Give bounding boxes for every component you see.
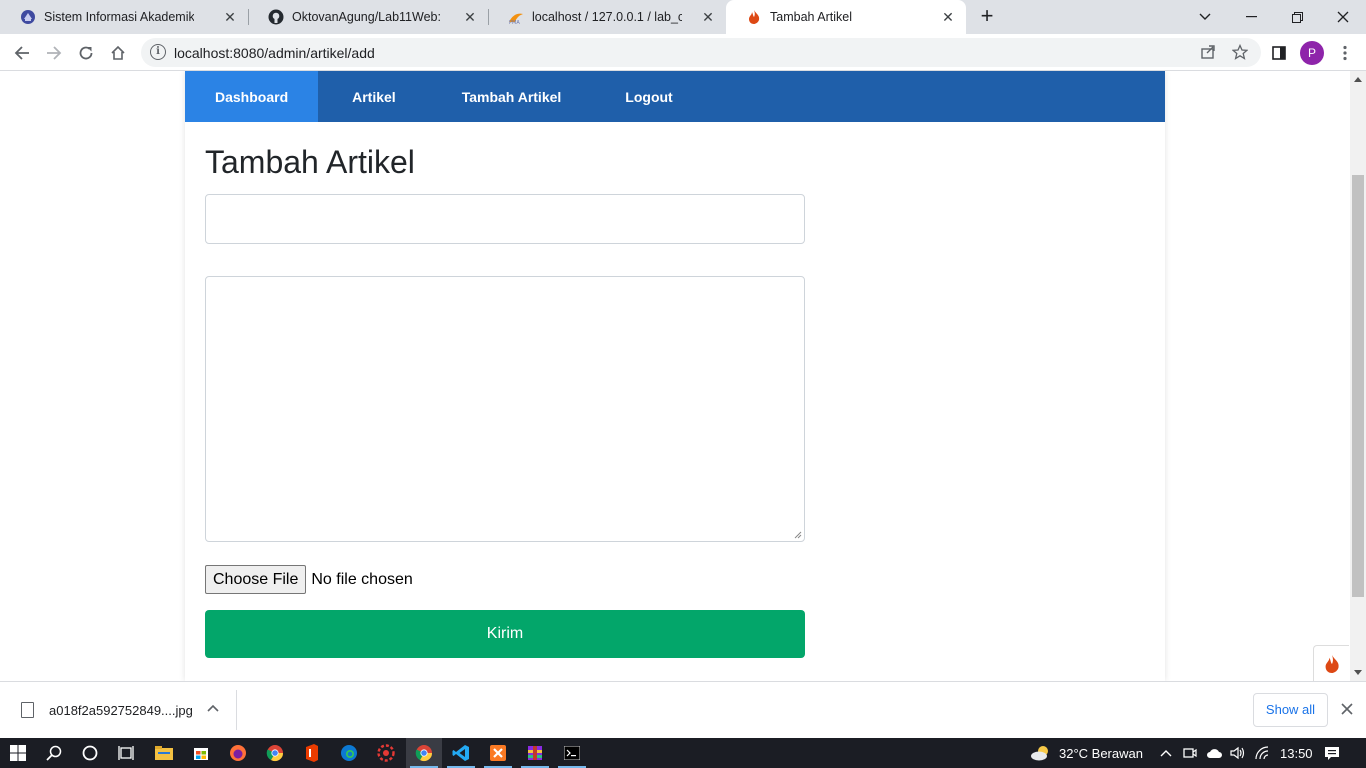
onedrive-cloud-icon[interactable] bbox=[1206, 745, 1222, 761]
main-navbar: Dashboard Artikel Tambah Artikel Logout bbox=[185, 71, 1165, 122]
download-item[interactable]: a018f2a592752849....jpg bbox=[0, 690, 237, 730]
reload-icon[interactable] bbox=[73, 40, 99, 66]
address-bar[interactable]: i localhost:8080/admin/artikel/add bbox=[141, 38, 1261, 67]
new-tab-button[interactable]: + bbox=[976, 5, 998, 27]
tab-label: OktovanAgung/Lab11Web: Pert. bbox=[292, 10, 442, 24]
page-viewport: Dashboard Artikel Tambah Artikel Logout … bbox=[0, 71, 1350, 681]
home-icon[interactable] bbox=[105, 40, 131, 66]
page-container: Dashboard Artikel Tambah Artikel Logout … bbox=[185, 71, 1165, 681]
notification-center-icon[interactable] bbox=[1324, 745, 1340, 761]
resize-handle-icon[interactable] bbox=[794, 531, 802, 539]
codeigniter-flame-icon bbox=[746, 9, 762, 25]
isi-textarea[interactable] bbox=[205, 276, 805, 542]
store-icon[interactable] bbox=[183, 738, 219, 768]
show-all-button[interactable]: Show all bbox=[1253, 693, 1328, 727]
forward-arrow-icon[interactable] bbox=[41, 40, 67, 66]
close-tab-icon[interactable]: ✕ bbox=[222, 9, 238, 25]
task-view-icon[interactable] bbox=[108, 738, 144, 768]
windows-taskbar: 32°C Berawan 13:50 bbox=[0, 738, 1366, 768]
restore-window-icon[interactable] bbox=[1274, 0, 1320, 34]
share-icon[interactable] bbox=[1199, 43, 1217, 61]
file-upload: Choose File No file chosen bbox=[205, 565, 413, 594]
github-icon bbox=[268, 9, 284, 25]
judul-input[interactable] bbox=[205, 194, 805, 244]
volume-icon[interactable] bbox=[1230, 745, 1246, 761]
tab-phpmyadmin[interactable]: PMA localhost / 127.0.0.1 / lab_ci4 | ph… bbox=[488, 0, 726, 34]
tab-tambah-artikel[interactable]: Tambah Artikel ✕ bbox=[726, 0, 966, 34]
chevron-up-icon[interactable] bbox=[1158, 745, 1174, 761]
file-status: No file chosen bbox=[311, 570, 413, 588]
xampp-icon[interactable] bbox=[480, 738, 516, 768]
side-panel-icon[interactable] bbox=[1266, 40, 1292, 66]
url-text[interactable]: localhost:8080/admin/artikel/add bbox=[174, 45, 375, 61]
svg-text:PMA: PMA bbox=[509, 20, 520, 25]
tab-label: Sistem Informasi Akademik bbox=[44, 10, 194, 24]
nav-logout[interactable]: Logout bbox=[593, 71, 704, 122]
browser-toolbar: i localhost:8080/admin/artikel/add P bbox=[0, 34, 1366, 71]
clock-time[interactable]: 13:50 bbox=[1280, 746, 1313, 761]
cortana-icon[interactable] bbox=[72, 738, 108, 768]
weather-text[interactable]: 32°C Berawan bbox=[1059, 746, 1143, 761]
scroll-up-arrow-icon[interactable] bbox=[1354, 77, 1362, 82]
debug-toolbar-flame-icon[interactable] bbox=[1313, 645, 1349, 681]
nav-artikel[interactable]: Artikel bbox=[318, 71, 430, 122]
tab-search-chevron-icon[interactable] bbox=[1182, 0, 1228, 34]
scroll-thumb[interactable] bbox=[1352, 175, 1364, 597]
back-arrow-icon[interactable] bbox=[9, 40, 35, 66]
command-prompt-icon[interactable] bbox=[554, 738, 590, 768]
tab-label: Tambah Artikel bbox=[770, 10, 852, 24]
bookmark-star-icon[interactable] bbox=[1231, 43, 1249, 61]
close-window-icon[interactable] bbox=[1320, 0, 1366, 34]
chrome-icon[interactable] bbox=[257, 738, 293, 768]
nav-dashboard[interactable]: Dashboard bbox=[185, 71, 319, 122]
downloads-bar: a018f2a592752849....jpg Show all bbox=[0, 681, 1366, 738]
browser-tab-strip: Sistem Informasi Akademik ✕ OktovanAgung… bbox=[0, 0, 1366, 34]
profile-avatar[interactable]: P bbox=[1300, 41, 1324, 65]
tab-sistem-informasi-akademik[interactable]: Sistem Informasi Akademik ✕ bbox=[0, 0, 248, 34]
university-logo-icon bbox=[20, 9, 36, 25]
more-menu-icon[interactable] bbox=[1332, 40, 1358, 66]
weather-cloud-sun-icon[interactable] bbox=[1030, 745, 1052, 761]
meet-now-icon[interactable] bbox=[1182, 745, 1198, 761]
office-icon[interactable] bbox=[294, 738, 330, 768]
vscode-icon[interactable] bbox=[443, 738, 479, 768]
chrome-running-icon[interactable] bbox=[406, 738, 442, 768]
wifi-icon[interactable] bbox=[1254, 745, 1270, 761]
close-tab-icon[interactable]: ✕ bbox=[700, 9, 716, 25]
close-icon[interactable] bbox=[1338, 700, 1356, 718]
winrar-icon[interactable] bbox=[517, 738, 553, 768]
phpmyadmin-icon: PMA bbox=[508, 9, 524, 25]
tab-github[interactable]: OktovanAgung/Lab11Web: Pert. ✕ bbox=[248, 0, 488, 34]
page-scrollbar[interactable] bbox=[1350, 71, 1366, 681]
tab-label: localhost / 127.0.0.1 / lab_ci4 | ph bbox=[532, 10, 682, 24]
file-explorer-icon[interactable] bbox=[146, 738, 182, 768]
chevron-up-icon[interactable] bbox=[205, 700, 221, 716]
download-file-name[interactable]: a018f2a592752849....jpg bbox=[49, 703, 193, 718]
kirim-button[interactable]: Kirim bbox=[205, 610, 805, 658]
close-tab-icon[interactable]: ✕ bbox=[462, 9, 478, 25]
windows-start-icon[interactable] bbox=[0, 738, 36, 768]
scroll-down-arrow-icon[interactable] bbox=[1354, 670, 1362, 675]
nav-tambah-artikel[interactable]: Tambah Artikel bbox=[430, 71, 594, 122]
file-icon bbox=[21, 702, 34, 718]
site-info-icon[interactable]: i bbox=[150, 44, 166, 60]
edge-icon[interactable] bbox=[331, 738, 367, 768]
firefox-icon[interactable] bbox=[220, 738, 256, 768]
choose-file-button[interactable]: Choose File bbox=[205, 565, 307, 594]
settings-gear-icon[interactable] bbox=[368, 738, 404, 768]
page-title: Tambah Artikel bbox=[205, 144, 415, 180]
search-icon[interactable] bbox=[36, 738, 72, 768]
close-tab-icon[interactable]: ✕ bbox=[940, 9, 956, 25]
minimize-window-icon[interactable] bbox=[1228, 0, 1274, 34]
